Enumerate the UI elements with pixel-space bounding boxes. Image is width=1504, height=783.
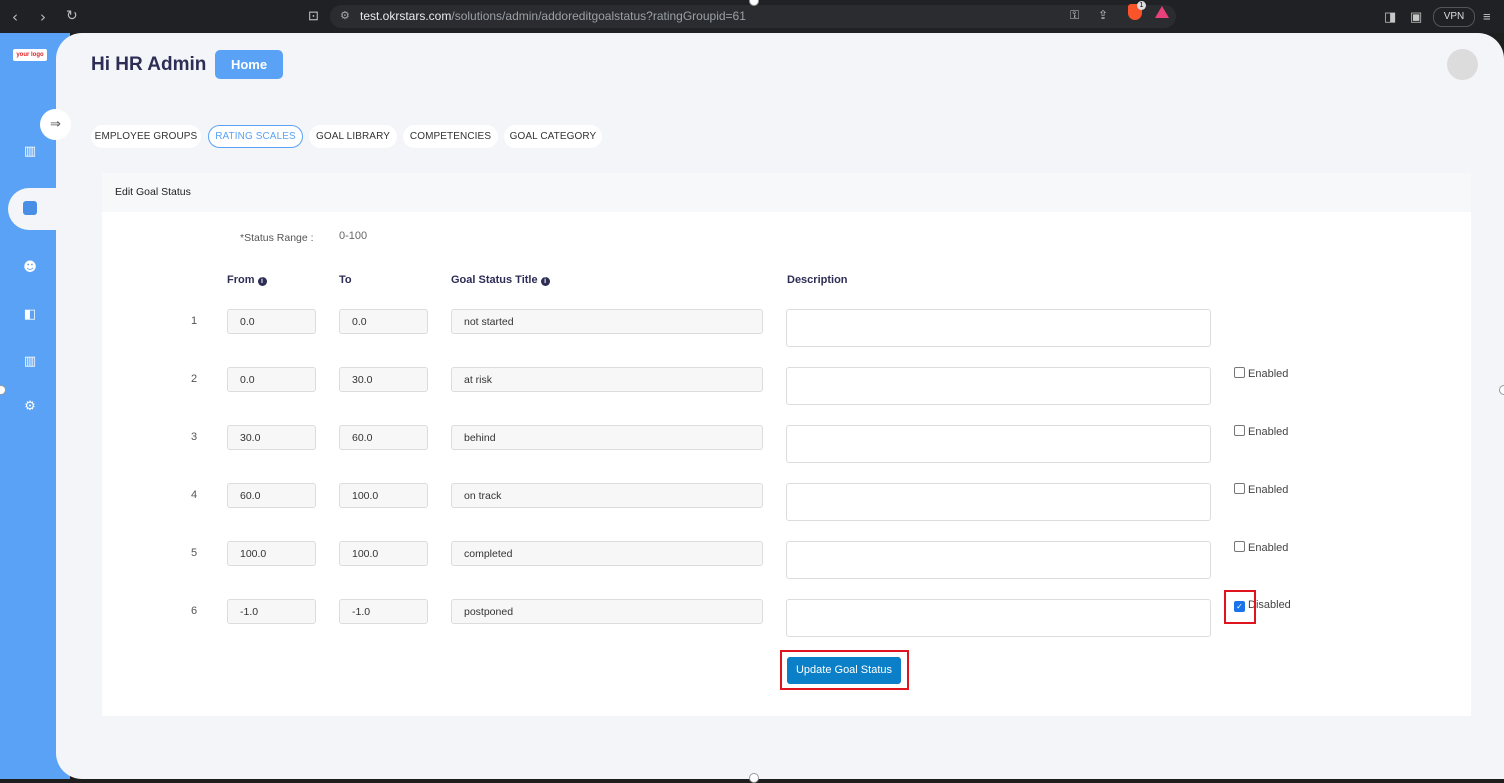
sidebar-toggle-icon[interactable]: ◨: [1384, 9, 1396, 25]
checkbox[interactable]: [1234, 541, 1245, 552]
status-range-label: *Status Range :: [240, 232, 314, 244]
column-header-from: From i: [227, 274, 267, 286]
from-input[interactable]: 0.0: [227, 309, 316, 334]
title-label: Goal Status Title: [451, 274, 538, 286]
row-number: 3: [191, 431, 198, 443]
row-number: 1: [191, 315, 198, 327]
address-bar[interactable]: ⊡ ⚙ test.okrstars.com/solutions/admin/ad…: [308, 5, 1176, 28]
vpn-label: VPN: [1443, 11, 1465, 22]
menu-icon[interactable]: ≡: [1483, 9, 1491, 24]
title-input[interactable]: postponed: [451, 599, 763, 624]
edit-goal-status-card: Edit Goal Status *Status Range : 0-100 F…: [102, 173, 1471, 716]
resize-handle[interactable]: [1499, 385, 1504, 395]
checkbox[interactable]: [1234, 425, 1245, 436]
home-button[interactable]: Home: [215, 50, 283, 79]
tab-employee-groups[interactable]: EMPLOYEE GROUPS: [91, 125, 201, 148]
tab-rating-scales[interactable]: RATING SCALES: [208, 125, 303, 148]
description-input[interactable]: [786, 425, 1211, 463]
to-input[interactable]: -1.0: [339, 599, 428, 624]
from-input[interactable]: -1.0: [227, 599, 316, 624]
enabled-toggle[interactable]: Enabled: [1234, 425, 1288, 438]
enabled-toggle[interactable]: Enabled: [1234, 367, 1288, 380]
checkbox-label: Enabled: [1248, 542, 1289, 554]
info-icon[interactable]: i: [540, 277, 550, 286]
highlight-box-checkbox: [1224, 590, 1256, 624]
sidebar-item-admin[interactable]: [8, 188, 68, 230]
wallet-icon[interactable]: ▣: [1410, 9, 1422, 25]
bookmark-icon[interactable]: ⊡: [308, 8, 319, 24]
url-text[interactable]: test.okrstars.com/solutions/admin/addore…: [360, 9, 746, 23]
row-number: 5: [191, 547, 198, 559]
highlight-box-button: [780, 650, 909, 690]
checkbox[interactable]: [1234, 367, 1245, 378]
to-input[interactable]: 0.0: [339, 309, 428, 334]
site-settings-icon[interactable]: ⚙: [340, 9, 350, 22]
settings-icon[interactable]: ⚙: [22, 399, 38, 415]
tab-goal-library[interactable]: GOAL LIBRARY: [309, 125, 397, 148]
from-input[interactable]: 60.0: [227, 483, 316, 508]
checkbox[interactable]: [1234, 483, 1245, 494]
avatar[interactable]: [1447, 49, 1478, 80]
status-range-value: 0-100: [339, 230, 368, 242]
resize-handle[interactable]: [749, 773, 759, 783]
title-input[interactable]: on track: [451, 483, 763, 508]
info-icon[interactable]: i: [257, 277, 267, 286]
forward-icon[interactable]: ›: [40, 8, 46, 26]
title-input[interactable]: completed: [451, 541, 763, 566]
from-label: From: [227, 274, 255, 286]
row-number: 4: [191, 489, 198, 501]
admin-icon: [23, 201, 37, 215]
checkbox-label: Enabled: [1248, 368, 1289, 380]
description-input[interactable]: [786, 309, 1211, 347]
brave-shields-badge: 1: [1137, 1, 1146, 10]
column-header-description: Description: [787, 274, 848, 286]
from-input[interactable]: 30.0: [227, 425, 316, 450]
logo: your logo: [13, 49, 47, 61]
from-input[interactable]: 0.0: [227, 367, 316, 392]
enabled-toggle[interactable]: Enabled: [1234, 541, 1288, 554]
to-input[interactable]: 60.0: [339, 425, 428, 450]
checkbox-label: Enabled: [1248, 426, 1289, 438]
column-header-to: To: [339, 274, 352, 286]
card-title: Edit Goal Status: [115, 186, 191, 198]
description-input[interactable]: [786, 599, 1211, 637]
description-input[interactable]: [786, 367, 1211, 405]
book-icon[interactable]: ◧: [22, 307, 38, 323]
vpn-button[interactable]: VPN: [1433, 7, 1475, 27]
to-input[interactable]: 30.0: [339, 367, 428, 392]
enabled-toggle[interactable]: Enabled: [1234, 483, 1288, 496]
tab-competencies[interactable]: COMPETENCIES: [403, 125, 498, 148]
reports-icon[interactable]: ▥: [22, 354, 38, 370]
from-input[interactable]: 100.0: [227, 541, 316, 566]
card-header: Edit Goal Status: [102, 173, 1471, 212]
row-number: 6: [191, 605, 198, 617]
users-icon[interactable]: ☻: [22, 260, 38, 276]
brave-rewards-icon[interactable]: [1155, 6, 1169, 18]
reload-icon[interactable]: ↻: [66, 8, 78, 24]
page-title: Hi HR Admin: [91, 54, 207, 75]
share-icon[interactable]: ⇪: [1098, 8, 1108, 22]
url-host: test.okrstars.com: [360, 9, 452, 23]
tab-goal-category[interactable]: GOAL CATEGORY: [504, 125, 602, 148]
back-icon[interactable]: ‹: [12, 8, 18, 26]
title-input[interactable]: at risk: [451, 367, 763, 392]
description-input[interactable]: [786, 541, 1211, 579]
key-icon[interactable]: ⚿: [1070, 8, 1079, 23]
dashboard-icon[interactable]: ▥: [22, 144, 38, 160]
url-path: /solutions/admin/addoreditgoalstatus?rat…: [451, 9, 746, 23]
collapse-sidebar-icon[interactable]: ⇒: [40, 109, 71, 140]
row-number: 2: [191, 373, 198, 385]
column-header-title: Goal Status Title i: [451, 274, 550, 286]
to-input[interactable]: 100.0: [339, 541, 428, 566]
description-input[interactable]: [786, 483, 1211, 521]
title-input[interactable]: behind: [451, 425, 763, 450]
to-input[interactable]: 100.0: [339, 483, 428, 508]
checkbox-label: Enabled: [1248, 484, 1289, 496]
title-input[interactable]: not started: [451, 309, 763, 334]
